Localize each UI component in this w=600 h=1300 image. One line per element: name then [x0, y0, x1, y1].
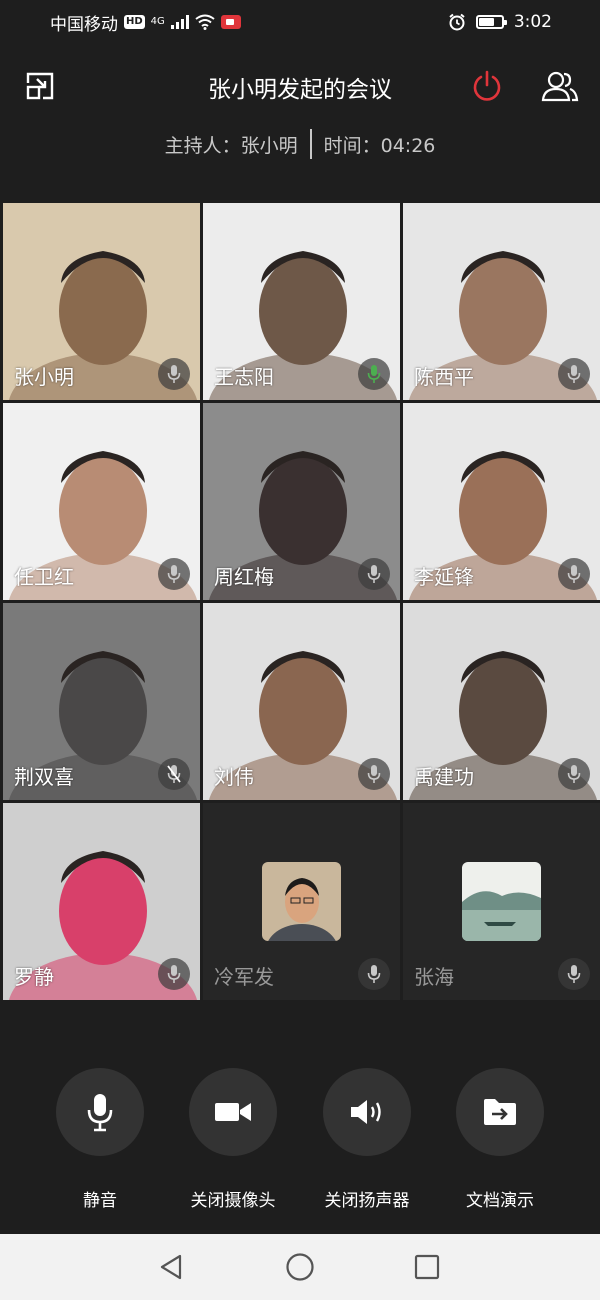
participant-name: 王志阳: [214, 365, 274, 389]
mute-label: 静音: [83, 1191, 117, 1211]
microphone-icon: [567, 565, 581, 583]
video-camera-icon: [215, 1103, 251, 1121]
screen-record-icon: [220, 15, 241, 29]
speaker-off-label: 关闭扬声器: [324, 1191, 410, 1211]
host-label: 主持人：张小明: [164, 134, 298, 157]
participant-name: 李延锋: [414, 565, 474, 589]
mic-indicator: [558, 358, 590, 390]
recents-button[interactable]: [411, 1251, 443, 1283]
microphone-icon: [567, 965, 581, 983]
speaker-off-button[interactable]: 关闭扬声器: [297, 1068, 437, 1211]
microphone-icon: [367, 765, 381, 783]
participant-name: 陈西平: [414, 365, 474, 389]
participant-name: 张海: [414, 965, 454, 989]
back-button[interactable]: [155, 1251, 187, 1283]
participant-tile[interactable]: 王志阳: [203, 203, 400, 400]
microphone-icon: [167, 565, 181, 583]
participant-name: 荆双喜: [14, 765, 74, 789]
microphone-icon: [567, 765, 581, 783]
status-bar: 中国移动 HD 4G 3:02: [0, 0, 600, 44]
mic-indicator: [558, 758, 590, 790]
battery-icon: [475, 15, 507, 29]
info-divider: [309, 129, 312, 159]
participant-name: 张小明: [14, 365, 74, 389]
mute-button-circle[interactable]: [56, 1068, 144, 1156]
signal-icon: [170, 15, 189, 29]
network-type-label: 4G: [150, 16, 165, 27]
participants-icon: [541, 71, 579, 102]
system-navigation-bar: [0, 1234, 600, 1300]
camera-off-button[interactable]: 关闭摄像头: [163, 1068, 303, 1211]
participant-name: 禹建功: [414, 765, 474, 789]
microphone-icon: [167, 365, 181, 383]
participant-tile[interactable]: 冷军发: [203, 803, 400, 1000]
mic-indicator: [558, 958, 590, 990]
mic-indicator: [158, 358, 190, 390]
mic-muted-indicator: [158, 758, 190, 790]
participant-tile[interactable]: 刘伟: [203, 603, 400, 800]
meeting-info-bar: 主持人：张小明 时间：04:26: [0, 128, 600, 160]
participant-name: 刘伟: [214, 765, 254, 789]
mic-indicator: [158, 558, 190, 590]
mic-indicator: [358, 558, 390, 590]
mic-indicator: [358, 758, 390, 790]
participant-video-grid: 张小明 王志阳 陈西平任卫红 周红梅 李延锋荆双喜 刘伟 禹建功罗静 冷军发 张海: [3, 203, 600, 1000]
participant-tile[interactable]: 任卫红: [3, 403, 200, 600]
document-share-label: 文档演示: [466, 1191, 534, 1211]
participant-tile[interactable]: 荆双喜: [3, 603, 200, 800]
participants-button[interactable]: [540, 68, 580, 104]
microphone-icon: [167, 965, 181, 983]
speaker-icon: [351, 1100, 381, 1124]
mic-indicator: [358, 358, 390, 390]
participant-avatar: [462, 862, 541, 941]
participant-tile[interactable]: 禹建功: [403, 603, 600, 800]
participant-tile[interactable]: 陈西平: [403, 203, 600, 400]
wifi-icon: [195, 14, 215, 30]
participant-name: 任卫红: [14, 565, 74, 589]
clock-time: 3:02: [513, 12, 552, 32]
camera-off-label: 关闭摄像头: [190, 1191, 276, 1211]
elapsed-time-label: 时间：04:26: [323, 134, 436, 157]
camera-button-circle[interactable]: [189, 1068, 277, 1156]
recents-square-icon: [414, 1254, 440, 1280]
participant-tile[interactable]: 张海: [403, 803, 600, 1000]
participant-avatar: [262, 862, 341, 941]
meeting-toolbar: 静音 关闭摄像头 关闭扬声器 文档演示: [0, 1068, 600, 1211]
participant-name: 周红梅: [214, 565, 274, 589]
participant-tile[interactable]: 张小明: [3, 203, 200, 400]
document-share-button[interactable]: 文档演示: [430, 1068, 570, 1211]
person-photo-avatar: [262, 862, 341, 941]
microphone-icon: [567, 365, 581, 383]
participant-name: 罗静: [14, 965, 54, 989]
end-meeting-button[interactable]: [469, 68, 505, 104]
participant-tile[interactable]: 周红梅: [203, 403, 400, 600]
microphone-icon: [367, 365, 381, 383]
mic-indicator: [558, 558, 590, 590]
mic-indicator: [158, 958, 190, 990]
back-triangle-icon: [160, 1254, 182, 1280]
mic-muted-icon: [167, 765, 181, 783]
participant-name: 冷军发: [214, 965, 274, 989]
microphone-icon: [367, 565, 381, 583]
speaker-button-circle[interactable]: [323, 1068, 411, 1156]
home-button[interactable]: [284, 1251, 316, 1283]
landscape-avatar: [462, 862, 541, 941]
meeting-title: 张小明发起的会议: [208, 77, 392, 103]
microphone-icon: [87, 1094, 113, 1132]
participant-tile[interactable]: 李延锋: [403, 403, 600, 600]
end-meeting-power-icon: [473, 70, 501, 101]
folder-share-icon: [484, 1099, 516, 1125]
participant-tile[interactable]: 罗静: [3, 803, 200, 1000]
home-circle-icon: [286, 1253, 314, 1281]
hd-badge: HD: [124, 15, 145, 29]
microphone-icon: [367, 965, 381, 983]
mute-button[interactable]: 静音: [30, 1068, 170, 1211]
mic-indicator: [358, 958, 390, 990]
share-button-circle[interactable]: [456, 1068, 544, 1156]
carrier-label: 中国移动: [50, 14, 118, 35]
meeting-header: 张小明发起的会议: [0, 44, 600, 128]
alarm-icon: [449, 13, 465, 31]
